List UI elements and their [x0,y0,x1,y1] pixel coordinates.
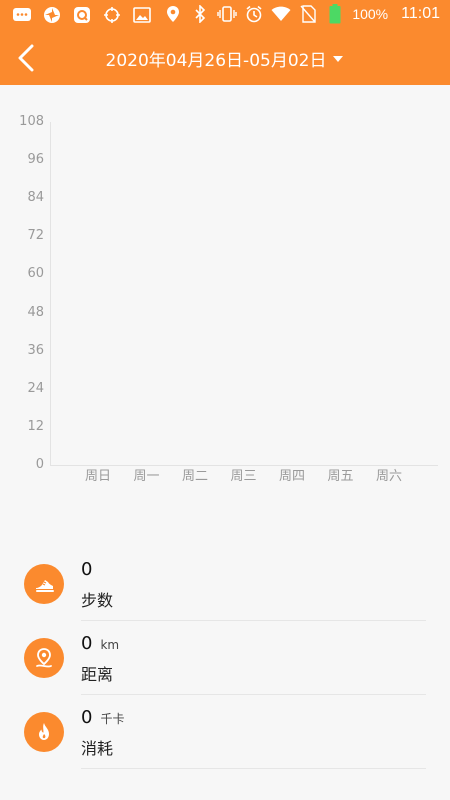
distance-label: 距离 [81,665,114,684]
wifi-icon [271,4,291,24]
y-tick-label: 96 [27,152,44,168]
battery-percent: 100% [352,6,389,22]
y-tick-label: 12 [27,418,44,434]
steps-value: 0 [81,559,93,580]
stat-steps: 0 步数 [0,547,450,621]
y-axis-line [50,122,51,466]
x-tick-label: 周一 [133,469,160,484]
pinwheel-icon [42,5,62,25]
x-tick-label: 周四 [278,469,305,484]
date-range-selector[interactable]: 2020年04月26日-05月02日 [0,46,450,71]
alarm-icon [244,4,264,24]
app-header: 100% 11:01 2020年04月26日-05月02日 [0,0,450,85]
status-bar: 100% 11:01 [0,0,450,30]
distance-value: 0 [81,633,93,654]
x-tick-label: 周日 [84,469,111,484]
date-range-label: 2020年04月26日-05月02日 [105,51,327,71]
y-tick-label: 60 [27,266,44,282]
calories-unit: 千卡 [100,712,125,726]
nav-bar: 2020年04月26日-05月02日 [0,38,450,78]
weekly-steps-chart: 108 96 84 72 60 48 36 24 12 0 周日 周一 周二 周三 周四 周五 周六 [0,100,450,500]
system-status-icons: 100% 11:01 [163,4,440,24]
dropdown-caret-icon [333,55,344,62]
location-pin-icon [24,638,64,678]
vibrate-icon [217,4,238,24]
y-tick-label: 48 [27,304,44,320]
y-tick-label: 108 [19,114,44,129]
y-tick-label: 84 [27,190,44,206]
calories-label: 消耗 [81,739,114,758]
location-icon [163,4,183,24]
notification-icons [12,5,152,25]
image-icon [132,5,152,25]
steps-label: 步数 [81,591,114,610]
message-icon [12,5,32,25]
y-tick-label: 24 [27,380,44,396]
stat-calories: 0 千卡 消耗 [0,695,450,769]
y-tick-label: 36 [27,342,44,358]
calories-value: 0 [81,707,93,728]
stat-distance: 0 km 距离 [0,621,450,695]
battery-icon [325,4,345,24]
y-tick-label: 72 [27,228,44,244]
crosshair-icon [102,5,122,25]
no-sim-icon [298,4,318,24]
y-tick-label: 0 [35,457,44,472]
x-tick-label: 周三 [230,469,257,484]
x-tick-label: 周二 [181,469,208,484]
flame-icon [24,712,64,752]
q-app-icon [72,5,92,25]
bluetooth-icon [190,4,210,24]
x-tick-label: 周六 [375,469,402,484]
clock: 11:01 [401,5,440,22]
x-tick-label: 周五 [327,469,354,484]
running-shoe-icon [24,564,64,604]
distance-unit: km [100,638,120,652]
divider [81,768,426,769]
